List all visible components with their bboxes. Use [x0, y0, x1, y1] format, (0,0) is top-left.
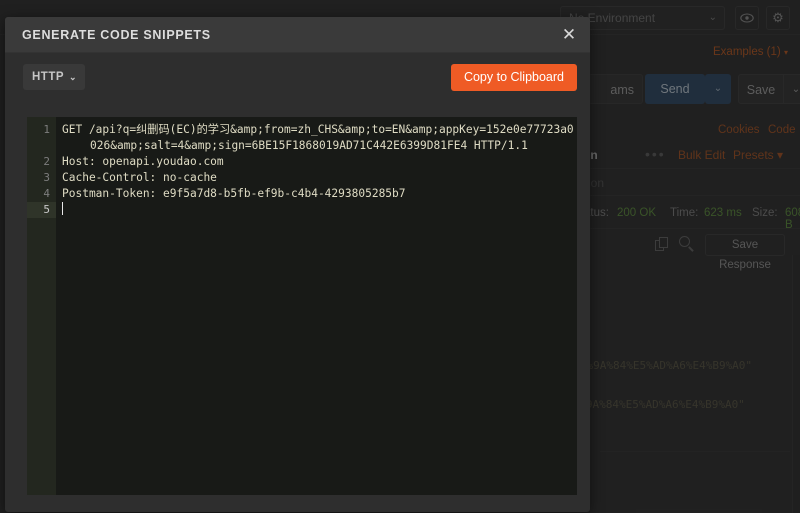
- code-line: Host: openapi.youdao.com: [62, 155, 224, 168]
- line-number: 1: [43, 123, 50, 136]
- copy-to-clipboard-button[interactable]: Copy to Clipboard: [450, 64, 577, 91]
- code-content[interactable]: GET /api?q=纠删码(EC)的学习&amp;from=zh_CHS&am…: [56, 117, 577, 495]
- close-icon[interactable]: ✕: [559, 25, 579, 45]
- generate-code-snippets-modal: GENERATE CODE SNIPPETS ✕ HTTP ⌄ Copy to …: [5, 17, 590, 512]
- editor-gutter: 1 2 3 4 5: [27, 117, 56, 495]
- code-line: Cache-Control: no-cache: [62, 171, 217, 184]
- line-number: 3: [43, 171, 50, 184]
- code-editor[interactable]: 1 2 3 4 5 GET /api?q=纠删码(EC)的学习&amp;from…: [27, 117, 577, 495]
- language-select[interactable]: HTTP ⌄: [23, 64, 85, 90]
- code-line-empty: [62, 202, 577, 218]
- line-number: 4: [43, 187, 50, 200]
- modal-header: GENERATE CODE SNIPPETS ✕: [5, 17, 590, 53]
- code-line: Postman-Token: e9f5a7d8-b5fb-ef9b-c4b4-4…: [62, 187, 406, 200]
- text-caret: [62, 202, 63, 215]
- line-number: 2: [43, 155, 50, 168]
- line-number: 5: [27, 202, 56, 218]
- language-select-value: HTTP: [32, 71, 65, 83]
- page-title: GENERATE CODE SNIPPETS: [22, 28, 211, 42]
- chevron-down-icon: ⌄: [68, 72, 77, 82]
- code-line: GET /api?q=纠删码(EC)的学习&amp;from=zh_CHS&am…: [62, 123, 574, 152]
- line-number-spacer: [27, 138, 56, 154]
- modal-toolbar: HTTP ⌄ Copy to Clipboard: [5, 53, 590, 101]
